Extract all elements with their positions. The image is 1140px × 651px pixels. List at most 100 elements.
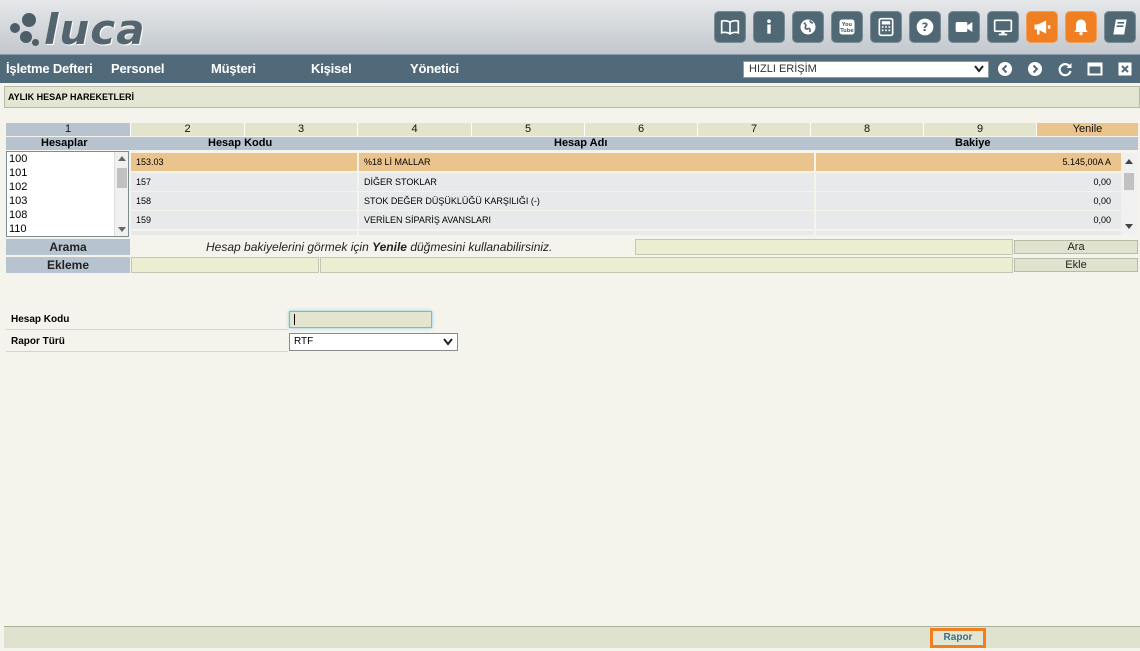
list-item[interactable]: 102: [7, 180, 128, 194]
help-icon[interactable]: ?: [909, 11, 941, 43]
search-label: Arama: [6, 239, 130, 255]
cell-balance: 0,00: [816, 192, 1121, 210]
globe-icon[interactable]: [792, 11, 824, 43]
list-item[interactable]: 101: [7, 166, 128, 180]
app-window: luca You Tube ? İşletme Defteri Personel…: [0, 0, 1140, 651]
column-number-row: 1 2 3 4 5 6 7 8 9 Yenile: [6, 123, 1138, 136]
logo-text: luca: [44, 4, 146, 54]
report-type-value: RTF: [294, 336, 314, 347]
back-button[interactable]: [997, 61, 1013, 77]
maximize-icon: [1087, 62, 1103, 76]
cell-account-code: [131, 231, 357, 235]
cell-account-name: %18 Lİ MALLAR: [359, 153, 814, 171]
video-camera-icon[interactable]: [948, 11, 980, 43]
table-row[interactable]: [131, 231, 1121, 235]
column-number[interactable]: 1: [6, 123, 131, 136]
chevron-down-icon: [974, 65, 984, 73]
nav-item-kisisel[interactable]: Kişisel: [311, 61, 352, 76]
monitor-icon[interactable]: [987, 11, 1019, 43]
chevron-down-icon: [443, 338, 453, 346]
cell-account-code: 157: [131, 173, 357, 191]
report-type-select[interactable]: RTF: [289, 333, 458, 351]
add-name-input[interactable]: [320, 257, 1013, 273]
column-number[interactable]: 3: [245, 123, 358, 136]
cell-account-code: 158: [131, 192, 357, 210]
hint-text: Hesap bakiyelerini görmek için: [206, 240, 373, 254]
list-item[interactable]: 108: [7, 208, 128, 222]
refresh-column-button[interactable]: Yenile: [1037, 123, 1138, 136]
account-code-input[interactable]: [289, 311, 432, 328]
scroll-up-icon[interactable]: [1125, 159, 1133, 164]
scroll-down-icon[interactable]: [1125, 224, 1133, 229]
search-button[interactable]: Ara: [1014, 240, 1138, 254]
quick-access-select[interactable]: HIZLI ERİŞİM: [743, 61, 989, 78]
search-input[interactable]: [635, 239, 1013, 255]
column-number[interactable]: 6: [585, 123, 698, 136]
list-item[interactable]: 103: [7, 194, 128, 208]
cell-balance: 0,00: [816, 173, 1121, 191]
hint-text-end: düğmesini kullanabilirsiniz.: [406, 240, 553, 254]
table-row[interactable]: 153.03 %18 Lİ MALLAR 5.145,00A A: [131, 153, 1121, 171]
accounts-scrollbar[interactable]: [114, 152, 128, 236]
cell-account-name: STOK DEĞER DÜŞÜKLÜĞÜ KARŞILIĞI (-): [359, 192, 814, 210]
column-number[interactable]: 2: [131, 123, 245, 136]
quick-access-label: HIZLI ERİŞİM: [749, 63, 817, 75]
refresh-icon: [1058, 63, 1072, 77]
nav-item-musteri[interactable]: Müşteri: [211, 61, 256, 76]
column-number[interactable]: 5: [472, 123, 585, 136]
refresh-button[interactable]: [1057, 61, 1073, 77]
table-row[interactable]: 159 VERİLEN SİPARİŞ AVANSLARI 0,00: [131, 211, 1121, 229]
bell-icon[interactable]: [1065, 11, 1097, 43]
main-nav: İşletme Defteri Personel Müşteri Kişisel…: [0, 55, 1140, 83]
account-balance-grid: 153.03 %18 Lİ MALLAR 5.145,00A A 157 DİĞ…: [131, 153, 1138, 235]
youtube-icon[interactable]: You Tube: [831, 11, 863, 43]
calculator-icon[interactable]: [870, 11, 902, 43]
svg-text:?: ?: [922, 20, 929, 34]
header-toolbar: You Tube ?: [714, 11, 1136, 43]
accounts-listbox[interactable]: 100 101 102 103 108 110: [6, 151, 129, 237]
page-title-bar: AYLIK HESAP HAREKETLERİ: [4, 86, 1140, 108]
grid-scrollbar[interactable]: [1121, 153, 1137, 235]
luca-logo[interactable]: luca: [8, 4, 146, 54]
cell-account-code: 159: [131, 211, 357, 229]
info-icon[interactable]: [753, 11, 785, 43]
text-cursor: [294, 314, 295, 325]
arrow-right-circle-icon: [1028, 62, 1042, 76]
column-number[interactable]: 4: [358, 123, 472, 136]
notebook-icon[interactable]: [1104, 11, 1136, 43]
nav-item-yonetici[interactable]: Yönetici: [410, 61, 459, 76]
report-button[interactable]: Rapor: [930, 628, 986, 648]
nav-item-isletme-defteri[interactable]: İşletme Defteri: [6, 61, 93, 76]
add-code-input[interactable]: [131, 257, 319, 273]
nav-item-personel[interactable]: Personel: [111, 61, 165, 76]
form-divider: [6, 329, 288, 330]
cell-balance: 0,00: [816, 211, 1121, 229]
hint-bold-text: Yenile: [372, 240, 407, 254]
grid-header-row: Hesaplar Hesap Kodu Hesap Adı Bakiye: [6, 137, 1138, 150]
logo-mark-icon: [8, 9, 42, 49]
table-row[interactable]: 157 DİĞER STOKLAR 0,00: [131, 173, 1121, 191]
close-icon: [1118, 62, 1132, 76]
close-button[interactable]: [1117, 61, 1133, 77]
table-row[interactable]: 158 STOK DEĞER DÜŞÜKLÜĞÜ KARŞILIĞI (-) 0…: [131, 192, 1121, 210]
manual-book-icon[interactable]: [714, 11, 746, 43]
cell-account-name: VERİLEN SİPARİŞ AVANSLARI: [359, 211, 814, 229]
maximize-button[interactable]: [1087, 61, 1103, 77]
svg-text:Tube: Tube: [840, 28, 854, 34]
list-item[interactable]: 110: [7, 222, 128, 236]
column-number[interactable]: 7: [698, 123, 811, 136]
report-type-label: Rapor Türü: [11, 336, 65, 347]
scroll-down-icon[interactable]: [118, 227, 126, 232]
list-item[interactable]: 100: [7, 152, 128, 166]
cell-account-code: 153.03: [131, 153, 357, 171]
megaphone-icon[interactable]: [1026, 11, 1058, 43]
header-accounts: Hesaplar: [41, 137, 88, 149]
arrow-left-circle-icon: [998, 62, 1012, 76]
column-number[interactable]: 8: [811, 123, 924, 136]
scroll-up-icon[interactable]: [118, 156, 126, 161]
add-button[interactable]: Ekle: [1014, 258, 1138, 272]
forward-button[interactable]: [1027, 61, 1043, 77]
scroll-thumb[interactable]: [1124, 173, 1134, 190]
column-number[interactable]: 9: [924, 123, 1037, 136]
scroll-thumb[interactable]: [117, 168, 127, 188]
